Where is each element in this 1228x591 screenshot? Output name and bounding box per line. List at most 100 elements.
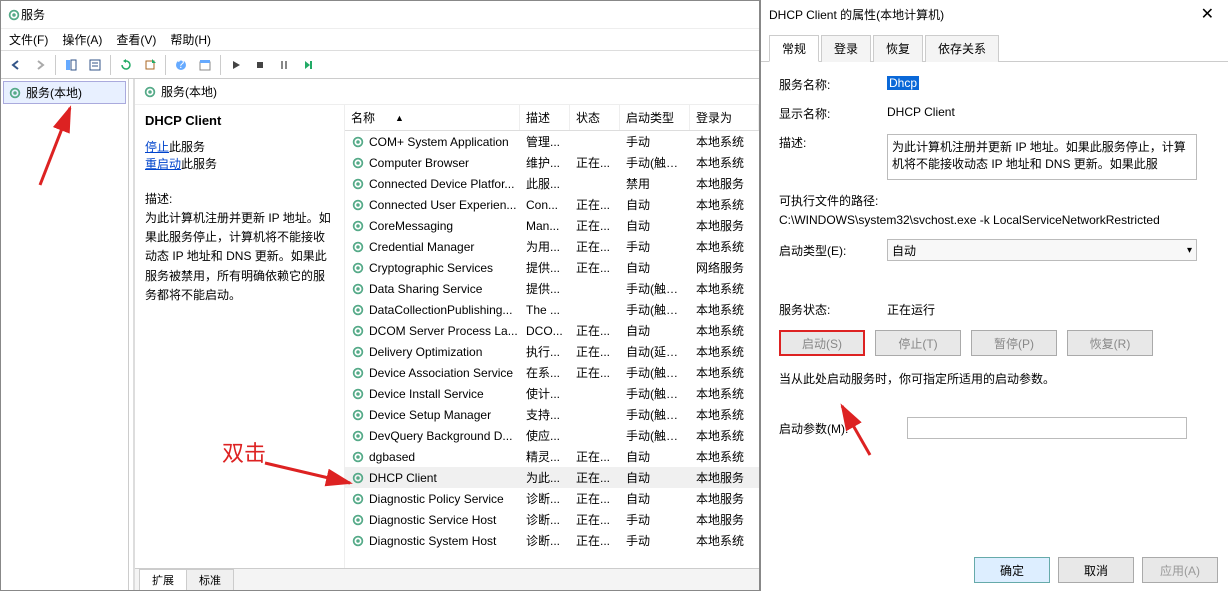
menu-action[interactable]: 操作(A) [62,31,102,48]
cell-desc: 提供... [520,279,570,298]
cell-name: Device Association Service [345,365,520,381]
cell-startup: 自动 [620,447,690,466]
gear-icon [351,219,365,233]
tab-dependencies[interactable]: 依存关系 [925,35,999,62]
gear-icon [351,177,365,191]
export-button[interactable] [139,54,161,76]
startup-combo[interactable]: 自动 ▾ [887,239,1197,261]
cancel-button[interactable]: 取消 [1058,557,1134,583]
cell-startup: 手动(触发... [620,363,690,382]
cell-startup: 自动 [620,489,690,508]
cell-startup: 手动(触发... [620,405,690,424]
table-row[interactable]: Connected User Experien...Con...正在...自动本… [345,194,759,215]
table-row[interactable]: COM+ System Application管理...手动本地系统 [345,131,759,152]
table-row[interactable]: Device Setup Manager支持...手动(触发...本地系统 [345,404,759,425]
detail-button[interactable] [84,54,106,76]
table-row[interactable]: Diagnostic Service Host诊断...正在...手动本地服务 [345,509,759,530]
menu-view[interactable]: 查看(V) [116,31,156,48]
toolbar: ? [1,51,759,79]
cell-name: Connected User Experien... [345,197,520,213]
table-row[interactable]: DataCollectionPublishing...The ...手动(触发.… [345,299,759,320]
table-row[interactable]: Data Sharing Service提供...手动(触发...本地系统 [345,278,759,299]
stop-button[interactable] [249,54,271,76]
gear-icon [7,8,21,22]
dialog-title: DHCP Client 的属性(本地计算机) [769,6,944,23]
cell-status [570,183,620,185]
cell-status [570,393,620,395]
tree-item-services-local[interactable]: 服务(本地) [3,81,126,104]
tab-recovery[interactable]: 恢复 [873,35,923,62]
services-window: 服务 文件(F) 操作(A) 查看(V) 帮助(H) ? 服务(本地) [0,0,760,591]
table-row[interactable]: CoreMessagingMan...正在...自动本地服务 [345,215,759,236]
tab-extended[interactable]: 扩展 [139,569,187,590]
table-row[interactable]: Diagnostic Policy Service诊断...正在...自动本地服… [345,488,759,509]
cell-status [570,288,620,290]
menu-help[interactable]: 帮助(H) [170,31,211,48]
start-hint: 当从此处启动服务时，你可指定所适用的启动参数。 [779,370,1210,387]
gear-icon [351,324,365,338]
gear-icon [351,408,365,422]
cell-desc: 执行... [520,342,570,361]
dialog-tabs: 常规 登录 恢复 依存关系 [761,28,1228,62]
restart-link[interactable]: 重启动 [145,157,181,171]
detail-desc-label: 描述: [145,190,334,207]
show-hide-button[interactable] [60,54,82,76]
col-name[interactable]: 名称▲ [345,105,520,130]
cell-logon: 本地系统 [690,300,759,319]
cell-startup: 自动 [620,468,690,487]
table-row[interactable]: Credential Manager为用...正在...手动本地系统 [345,236,759,257]
status-label: 服务状态: [779,301,887,318]
tab-general[interactable]: 常规 [769,35,819,62]
table-row[interactable]: Delivery Optimization执行...正在...自动(延迟...本… [345,341,759,362]
start-button[interactable]: 启动(S) [779,330,865,356]
cell-name: Data Sharing Service [345,281,520,297]
back-button[interactable] [5,54,27,76]
col-logon[interactable]: 登录为 [690,105,759,130]
properties-button[interactable] [194,54,216,76]
help-button[interactable]: ? [170,54,192,76]
cell-status: 正在... [570,216,620,235]
pause-button[interactable]: 暂停(P) [971,330,1057,356]
close-icon[interactable]: ✕ [1195,4,1220,24]
status-value: 正在运行 [887,301,1210,318]
table-row[interactable]: Cryptographic Services提供...正在...自动网络服务 [345,257,759,278]
list-header: 名称▲ 描述 状态 启动类型 登录为 [345,105,759,131]
disp-name-label: 显示名称: [779,105,887,122]
play-button[interactable] [225,54,247,76]
col-startup[interactable]: 启动类型 [620,105,690,130]
cell-desc: 维护... [520,153,570,172]
tab-standard[interactable]: 标准 [186,569,234,590]
gear-icon [351,303,365,317]
table-row[interactable]: DCOM Server Process La...DCO...正在...自动本地… [345,320,759,341]
ok-button[interactable]: 确定 [974,557,1050,583]
table-row[interactable]: Diagnostic System Host诊断...正在...手动本地系统 [345,530,759,551]
exe-label: 可执行文件的路径: [779,192,878,209]
param-input[interactable] [907,417,1187,439]
restart-button[interactable] [297,54,319,76]
forward-button[interactable] [29,54,51,76]
table-row[interactable]: Device Association Service在系...正在...手动(触… [345,362,759,383]
cell-logon: 本地系统 [690,447,759,466]
refresh-button[interactable] [115,54,137,76]
cell-logon: 本地服务 [690,174,759,193]
resume-button[interactable]: 恢复(R) [1067,330,1153,356]
table-row[interactable]: Computer Browser维护...正在...手动(触发...本地系统 [345,152,759,173]
table-row[interactable]: dgbased精灵...正在...自动本地系统 [345,446,759,467]
desc-box[interactable]: 为此计算机注册并更新 IP 地址。如果此服务停止，计算机将不能接收动态 IP 地… [887,134,1197,180]
table-row[interactable]: DHCP Client为此...正在...自动本地服务 [345,467,759,488]
cell-status: 正在... [570,153,620,172]
menu-file[interactable]: 文件(F) [9,31,48,48]
cell-desc: 此服... [520,174,570,193]
cell-desc: 精灵... [520,447,570,466]
col-status[interactable]: 状态 [570,105,620,130]
stop-link[interactable]: 停止 [145,140,169,154]
pause-button[interactable] [273,54,295,76]
table-row[interactable]: DevQuery Background D...使应...手动(触发...本地系… [345,425,759,446]
col-desc[interactable]: 描述 [520,105,570,130]
stop-button[interactable]: 停止(T) [875,330,961,356]
table-row[interactable]: Device Install Service使计...手动(触发...本地系统 [345,383,759,404]
tab-logon[interactable]: 登录 [821,35,871,62]
exe-path: C:\WINDOWS\system32\svchost.exe -k Local… [779,213,1160,227]
apply-button[interactable]: 应用(A) [1142,557,1218,583]
table-row[interactable]: Connected Device Platfor...此服...禁用本地服务 [345,173,759,194]
